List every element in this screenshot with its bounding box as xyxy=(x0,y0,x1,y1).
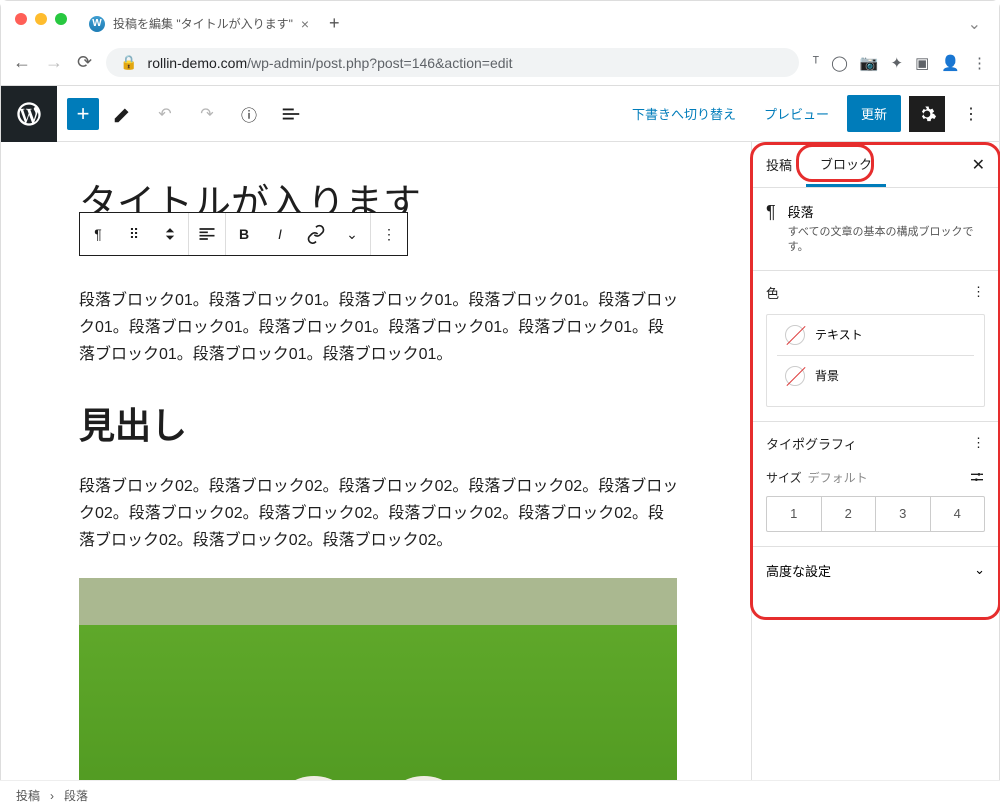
window-close[interactable] xyxy=(15,13,27,25)
editor-breadcrumb: 投稿 › 段落 xyxy=(0,780,1000,810)
share-icon[interactable]: ᵀ xyxy=(813,54,820,72)
info-icon[interactable]: ⓘ xyxy=(231,96,267,132)
tabs-chevron-icon[interactable]: ⌄ xyxy=(968,14,991,34)
link-icon[interactable] xyxy=(298,213,334,255)
breadcrumb-current[interactable]: 段落 xyxy=(64,787,88,804)
window-minimize[interactable] xyxy=(35,13,47,25)
more-vertical-icon[interactable]: ⋮ xyxy=(972,284,985,300)
image-block[interactable] xyxy=(79,578,677,790)
url-domain: rollin-demo.com xyxy=(148,55,248,71)
tab-post[interactable]: 投稿 xyxy=(752,142,806,187)
tab-title: 投稿を編集 "タイトルが入ります" xyxy=(113,15,293,32)
color-bg-option[interactable]: 背景 xyxy=(777,356,974,396)
extensions-icon[interactable]: ✦ xyxy=(891,54,904,72)
tab-close-icon[interactable]: × xyxy=(301,16,309,32)
switch-draft-link[interactable]: 下書きへ切り替え xyxy=(622,96,746,131)
wordpress-logo[interactable] xyxy=(1,86,57,142)
add-block-button[interactable]: + xyxy=(67,98,99,130)
new-tab-button[interactable]: + xyxy=(329,13,340,34)
browser-chrome: W 投稿を編集 "タイトルが入ります" × + ⌄ ← → ⟳ 🔒 rollin… xyxy=(1,1,999,86)
typography-section-header[interactable]: タイポグラフィ ⋮ xyxy=(752,422,999,465)
heading-block[interactable]: 見出し xyxy=(79,397,711,449)
breadcrumb-separator: › xyxy=(50,789,54,803)
more-options-icon[interactable]: ⋮ xyxy=(953,96,989,132)
paragraph-block-1[interactable]: 段落ブロック01。段落ブロック01。段落ブロック01。段落ブロック01。段落ブロ… xyxy=(79,287,679,369)
sidebar-close-icon[interactable]: ✕ xyxy=(958,142,999,187)
circle-icon[interactable]: ◯ xyxy=(831,54,848,72)
block-more-icon[interactable]: ⋮ xyxy=(371,213,407,255)
more-vertical-icon[interactable]: ⋮ xyxy=(972,435,985,451)
size-preset-2[interactable]: 2 xyxy=(822,497,877,531)
menu-icon[interactable]: ⋮ xyxy=(972,54,987,72)
block-description: すべての文章の基本の構成ブロックです。 xyxy=(788,225,985,256)
size-presets: 1 2 3 4 xyxy=(766,496,985,532)
size-label: サイズ xyxy=(766,469,802,486)
redo-icon[interactable]: ↷ xyxy=(189,96,225,132)
nav-reload-icon[interactable]: ⟳ xyxy=(77,52,92,73)
size-default-value: デフォルト xyxy=(808,469,963,486)
breadcrumb-root[interactable]: 投稿 xyxy=(16,787,40,804)
panel-icon[interactable]: ▣ xyxy=(915,54,929,72)
move-updown-icon[interactable] xyxy=(152,213,188,255)
size-preset-4[interactable]: 4 xyxy=(931,497,985,531)
url-path: /wp-admin/post.php?post=146&action=edit xyxy=(247,55,512,71)
settings-button[interactable] xyxy=(909,96,945,132)
sliders-icon[interactable] xyxy=(969,469,985,485)
advanced-settings-toggle[interactable]: 高度な設定 ⌄ xyxy=(752,547,999,594)
nav-back-icon[interactable]: ← xyxy=(13,52,31,73)
editor-canvas[interactable]: タイトルが入ります ¶ ⠿ B I ⌄ ⋮ 段落ブロック01。段落ブロック01。… xyxy=(1,142,751,790)
size-preset-1[interactable]: 1 xyxy=(767,497,822,531)
tab-block[interactable]: ブロック xyxy=(806,142,886,187)
block-name: 段落 xyxy=(788,202,985,221)
edit-tool-icon[interactable] xyxy=(105,96,141,132)
preview-link[interactable]: プレビュー xyxy=(754,96,839,131)
color-section-header[interactable]: 色 ⋮ xyxy=(752,271,999,314)
outline-icon[interactable] xyxy=(273,96,309,132)
chevron-down-icon[interactable]: ⌄ xyxy=(334,213,370,255)
block-toolbar: ¶ ⠿ B I ⌄ ⋮ xyxy=(79,212,408,256)
bg-color-swatch xyxy=(785,366,805,386)
bold-icon[interactable]: B xyxy=(226,213,262,255)
editor-toolbar: + ↶ ↷ ⓘ 下書きへ切り替え プレビュー 更新 ⋮ xyxy=(1,86,999,142)
undo-icon[interactable]: ↶ xyxy=(147,96,183,132)
nav-forward-icon: → xyxy=(45,52,63,73)
paragraph-icon: ¶ xyxy=(766,202,776,256)
size-preset-3[interactable]: 3 xyxy=(876,497,931,531)
italic-icon[interactable]: I xyxy=(262,213,298,255)
text-color-swatch xyxy=(785,325,805,345)
window-maximize[interactable] xyxy=(55,13,67,25)
update-button[interactable]: 更新 xyxy=(847,95,901,132)
chevron-down-icon: ⌄ xyxy=(974,562,985,578)
drag-handle-icon[interactable]: ⠿ xyxy=(116,213,152,255)
color-text-option[interactable]: テキスト xyxy=(777,315,974,355)
profile-icon[interactable]: 👤 xyxy=(941,54,960,72)
browser-tab[interactable]: W 投稿を編集 "タイトルが入ります" × xyxy=(79,7,319,40)
address-bar[interactable]: 🔒 rollin-demo.com/wp-admin/post.php?post… xyxy=(106,48,798,77)
lock-icon: 🔒 xyxy=(120,54,137,71)
paragraph-block-2[interactable]: 段落ブロック02。段落ブロック02。段落ブロック02。段落ブロック02。段落ブロ… xyxy=(79,473,679,555)
wordpress-favicon: W xyxy=(89,16,105,32)
settings-sidebar: 投稿 ブロック ✕ ¶ 段落 すべての文章の基本の構成ブロックです。 色 ⋮ テ… xyxy=(751,142,999,790)
camera-icon[interactable]: 📷 xyxy=(860,54,879,72)
align-icon[interactable] xyxy=(189,213,225,255)
paragraph-type-icon[interactable]: ¶ xyxy=(80,213,116,255)
